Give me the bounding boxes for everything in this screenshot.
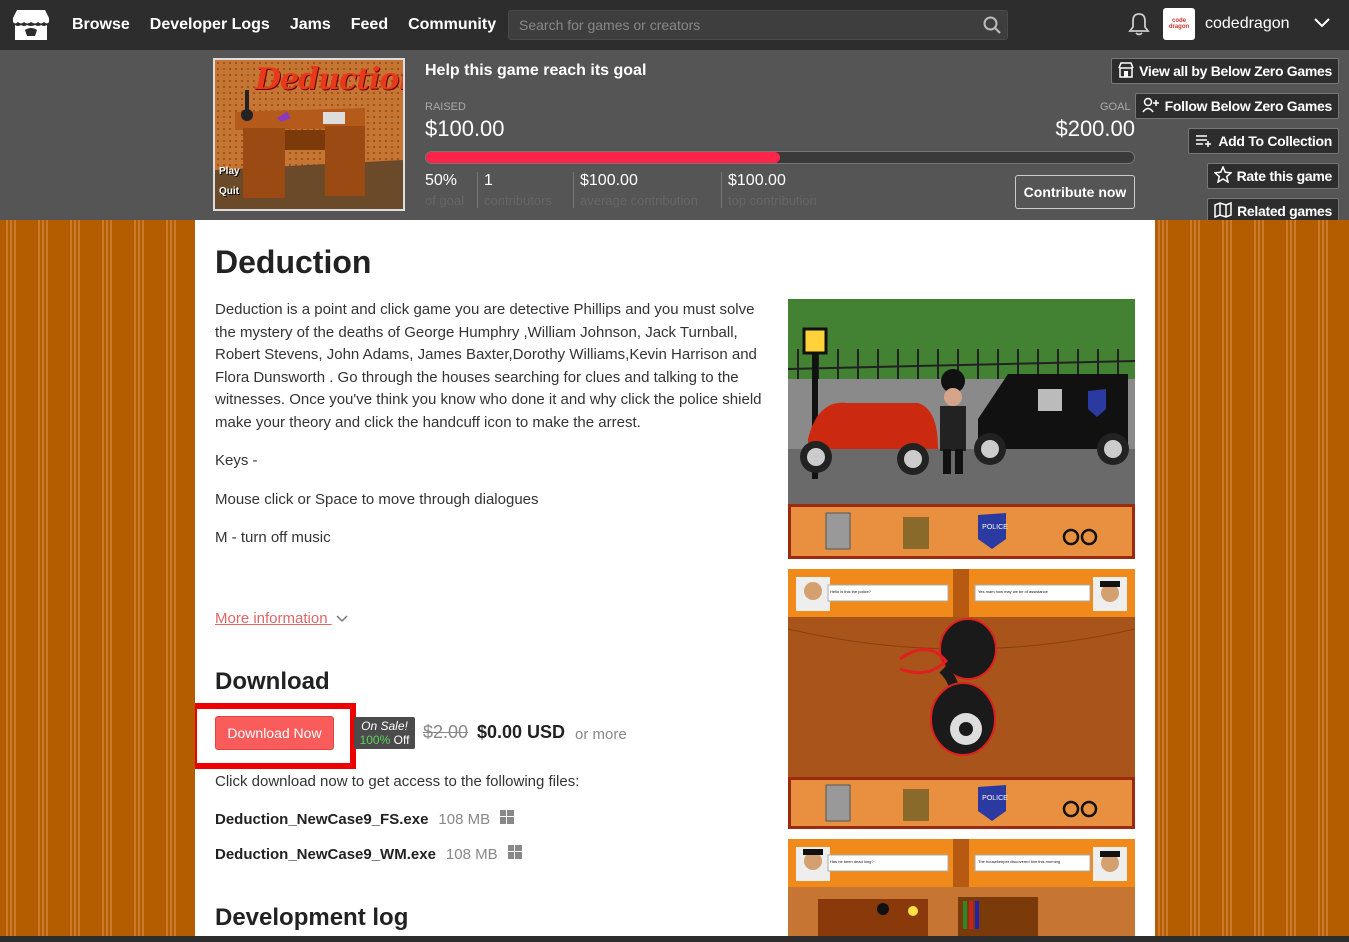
windows-icon <box>500 810 515 828</box>
sale-price: $0.00 USD <box>477 722 566 742</box>
itch-logo-icon <box>13 10 49 40</box>
police-badge-label: POLICE <box>982 524 1008 531</box>
nav-developer-logs[interactable]: Developer Logs <box>140 16 280 34</box>
sale-badge: On Sale! 100% Off <box>354 717 415 749</box>
game-page-content: Deduction Deduction is a point and click… <box>195 220 1155 936</box>
rate-game-button[interactable]: Rate this game <box>1206 163 1339 189</box>
game-cover-image[interactable]: Deduction Play Quit <box>213 58 405 211</box>
follow-icon <box>1142 97 1160 116</box>
original-price: $2.00 <box>423 722 469 742</box>
side-btn-label: Add To Collection <box>1218 133 1332 149</box>
username: codedragon <box>1205 15 1290 32</box>
side-btn-label: View all by Below Zero Games <box>1139 63 1332 79</box>
stat-label: average contribution <box>580 193 698 208</box>
keys-heading: Keys - <box>215 452 258 469</box>
dialog-right: The housekeeper discovered him this morn… <box>978 859 1061 864</box>
stat-label: top contribution <box>728 193 817 208</box>
follow-creator-button[interactable]: Follow Below Zero Games <box>1134 93 1339 119</box>
more-info-label: More information <box>215 610 328 627</box>
view-all-by-creator-button[interactable]: View all by Below Zero Games <box>1111 58 1339 84</box>
game-title: Deduction <box>215 244 372 280</box>
side-actions: View all by Below Zero Games Follow Belo… <box>1111 58 1339 224</box>
search-input[interactable] <box>509 17 977 33</box>
stat-value: 1 <box>484 172 493 189</box>
stat-label: of goal <box>425 193 465 208</box>
fundraiser-stats: 50% of goal 1 contributors $100.00 avera… <box>425 172 854 208</box>
raised-label: RAISED <box>425 101 466 113</box>
fundraiser-title: Help this game reach its goal <box>425 62 647 79</box>
sale-badge-discount: 100% Off <box>354 733 415 747</box>
download-now-button[interactable]: Download Now <box>215 716 334 750</box>
file-size: 108 MB <box>445 845 498 863</box>
police-badge-label: POLICE <box>982 795 1008 802</box>
download-file-row: Deduction_NewCase9_FS.exe 108 MB <box>215 810 515 828</box>
download-file-row: Deduction_NewCase9_WM.exe 108 MB <box>215 845 522 863</box>
side-btn-label: Related games <box>1237 203 1332 219</box>
chevron-down-icon <box>1313 15 1330 33</box>
key-item: Mouse click or Space to move through dia… <box>215 490 539 508</box>
download-heading: Download <box>215 668 330 695</box>
more-information-link[interactable]: More information <box>215 610 348 627</box>
dialog-right: Yes mam how may we be of assistance <box>978 589 1048 594</box>
windows-icon <box>507 845 522 863</box>
nav-browse[interactable]: Browse <box>62 16 140 34</box>
goal-progress-bar <box>425 151 1135 164</box>
map-icon <box>1214 201 1232 221</box>
sale-badge-title: On Sale! <box>361 719 408 733</box>
file-size: 108 MB <box>438 810 491 828</box>
user-menu[interactable]: code dragon codedragon <box>1163 8 1330 40</box>
store-icon <box>1118 61 1134 81</box>
top-nav: Browse Developer Logs Jams Feed Communit… <box>0 0 1349 50</box>
stat-label: contributors <box>484 193 552 208</box>
itch-logo[interactable] <box>0 0 62 50</box>
search-box <box>508 10 1008 40</box>
dialog-left: Hello is this the police? <box>830 589 871 594</box>
screenshot-telephone[interactable]: Hello is this the police? Yes mam how ma… <box>788 569 1135 829</box>
raised-value: $100.00 <box>425 116 505 141</box>
add-to-collection-button[interactable]: Add To Collection <box>1188 128 1339 154</box>
side-btn-label: Rate this game <box>1236 168 1333 184</box>
file-name: Deduction_NewCase9_FS.exe <box>215 810 429 828</box>
key-item: M - turn off music <box>215 529 331 546</box>
goal-progress-fill <box>426 152 780 163</box>
avatar: code dragon <box>1163 8 1195 40</box>
sale-percent: 100% <box>359 733 391 747</box>
cover-menu-play: Play <box>219 166 240 177</box>
stat-value: 50% <box>425 172 458 189</box>
cover-menu-quit: Quit <box>219 186 239 197</box>
stat-average: $100.00 average contribution <box>580 172 722 208</box>
stat-contributors: 1 contributors <box>484 172 574 208</box>
description-text: Deduction is a point and click game you … <box>215 301 762 431</box>
screenshot-office[interactable]: Has he been dead long? The housekeeper d… <box>788 839 1135 936</box>
file-name: Deduction_NewCase9_WM.exe <box>215 845 436 863</box>
screenshot-street[interactable]: POLICE <box>788 299 1135 559</box>
dialog-left: Has he been dead long? <box>830 859 874 864</box>
add-collection-icon <box>1195 132 1213 151</box>
nav-community[interactable]: Community <box>398 16 506 34</box>
search-icon[interactable] <box>977 11 1007 39</box>
nav-jams[interactable]: Jams <box>280 16 341 34</box>
stat-percent: 50% of goal <box>425 172 478 208</box>
stat-value: $100.00 <box>728 172 786 189</box>
price-or-more: or more <box>575 726 627 743</box>
bottom-bar <box>0 936 1349 942</box>
download-info-text: Click download now to get access to the … <box>215 773 580 790</box>
stat-value: $100.00 <box>580 172 638 189</box>
chevron-down-icon <box>332 610 348 627</box>
game-description: Deduction is a point and click game you … <box>215 299 771 566</box>
sale-off: Off <box>390 733 410 747</box>
side-btn-label: Follow Below Zero Games <box>1164 98 1333 114</box>
development-log-heading: Development log <box>215 904 409 931</box>
star-icon <box>1212 165 1233 186</box>
nav-feed[interactable]: Feed <box>341 16 398 34</box>
cover-title: Deduction <box>255 62 405 97</box>
bell-icon[interactable] <box>1128 12 1150 36</box>
stat-top: $100.00 top contribution <box>728 172 848 208</box>
